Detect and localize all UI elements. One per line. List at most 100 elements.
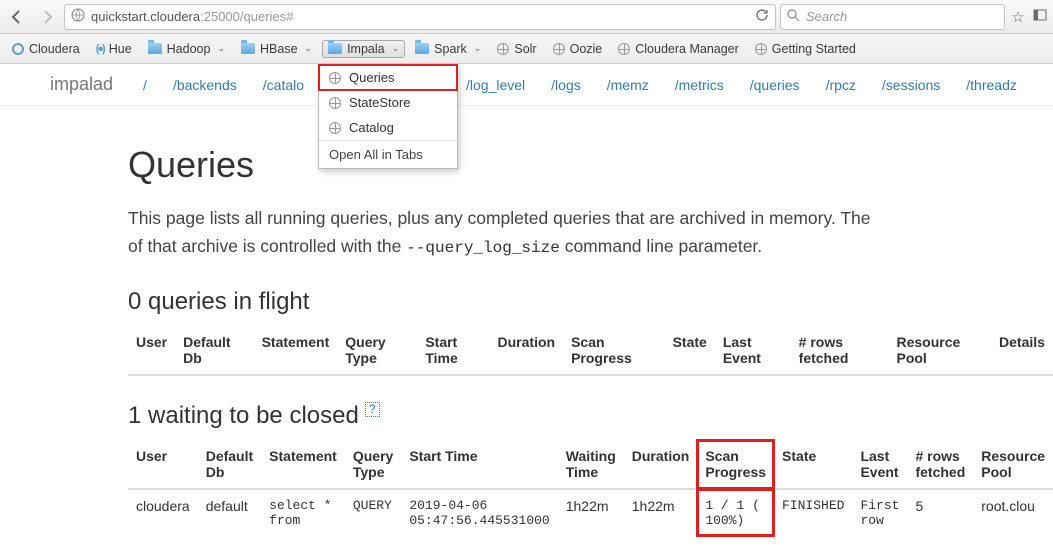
col-scanprogress: Scan Progress: [697, 440, 774, 489]
cell-db: default: [198, 489, 261, 536]
help-hint[interactable]: ?: [365, 402, 380, 417]
bookmark-label: HBase: [260, 42, 298, 56]
bookmark-hue[interactable]: (●) Hue: [90, 40, 138, 58]
bookmark-spark[interactable]: Spark ⌄: [409, 40, 487, 58]
bookmark-impala[interactable]: Impala ⌄: [322, 40, 405, 58]
bookmark-solr[interactable]: Solr: [491, 40, 542, 58]
address-bar[interactable]: quickstart.cloudera:25000/queries#: [64, 4, 776, 30]
col-resourcepool: Resource Pool: [888, 326, 991, 375]
cell-start: 2019-04-06 05:47:56.445531000: [401, 489, 557, 536]
desc-text: of that archive is controlled with the: [128, 236, 406, 256]
nav-rpcz[interactable]: /rpcz: [826, 77, 856, 93]
bookmark-oozie[interactable]: Oozie: [547, 40, 609, 58]
cell-scan: 1 / 1 ( 100%): [697, 489, 774, 536]
bookmark-cloudera-manager[interactable]: Cloudera Manager: [612, 40, 745, 58]
folder-icon: [328, 43, 342, 54]
bookmark-label: Cloudera: [29, 42, 80, 56]
cloudera-icon: [12, 43, 24, 55]
cell-rows: 5: [907, 489, 973, 536]
bookmark-label: Impala: [347, 42, 385, 56]
folder-icon: [241, 43, 255, 54]
reload-button[interactable]: [755, 8, 769, 25]
page-description: This page lists all running queries, plu…: [128, 204, 1053, 262]
bookmark-star-icon[interactable]: ☆: [1009, 8, 1027, 26]
impala-dropdown: Queries StateStore Catalog Open All in T…: [318, 64, 458, 169]
dropdown-item-catalog[interactable]: Catalog: [319, 115, 457, 140]
dropdown-label: StateStore: [349, 95, 410, 110]
col-duration: Duration: [490, 326, 564, 375]
bookmark-getting-started[interactable]: Getting Started: [749, 40, 862, 58]
folder-icon: [148, 43, 162, 54]
col-statement: Statement: [254, 326, 338, 375]
chevron-down-icon: ⌄: [217, 43, 225, 54]
globe-icon: [71, 8, 85, 25]
dropdown-open-all[interactable]: Open All in Tabs: [319, 141, 457, 168]
page-body: impalad / /backends /catalo /log_level /…: [0, 64, 1053, 536]
chevron-down-icon: ⌄: [392, 43, 400, 54]
col-scanprogress: Scan Progress: [563, 326, 665, 375]
cell-statement: select * from: [261, 489, 345, 536]
col-user: User: [128, 326, 175, 375]
cell-last: First row: [852, 489, 907, 536]
col-details: Details: [991, 326, 1053, 375]
col-user: User: [128, 440, 198, 489]
cell-pool: root.clou: [973, 489, 1053, 536]
waiting-table: User Default Db Statement Query Type Sta…: [128, 440, 1053, 536]
heading-inflight: 0 queries in flight: [128, 288, 1053, 316]
dropdown-item-queries[interactable]: Queries: [319, 65, 457, 90]
col-starttime: Start Time: [401, 440, 557, 489]
nav-sessions[interactable]: /sessions: [882, 77, 940, 93]
globe-icon: [755, 43, 767, 55]
col-rowsfetched: # rows fetched: [907, 440, 973, 489]
bookmarks-bar: Cloudera (●) Hue Hadoop ⌄ HBase ⌄ Impala…: [0, 34, 1053, 64]
dropdown-label: Catalog: [349, 120, 394, 135]
col-starttime: Start Time: [417, 326, 489, 375]
dropdown-item-statestore[interactable]: StateStore: [319, 90, 457, 115]
col-rowsfetched: # rows fetched: [791, 326, 889, 375]
bookmark-label: Oozie: [570, 42, 603, 56]
col-state: State: [665, 326, 715, 375]
globe-icon: [329, 72, 341, 84]
bookmark-label: Hadoop: [167, 42, 211, 56]
cell-wait: 1h22m: [558, 489, 624, 536]
nav-backends[interactable]: /backends: [173, 77, 237, 93]
nav-catalog[interactable]: /catalo: [263, 77, 304, 93]
bookmark-hadoop[interactable]: Hadoop ⌄: [142, 40, 231, 58]
search-placeholder: Search: [806, 9, 847, 24]
heading-text: 1 waiting to be closed: [128, 402, 359, 430]
nav-queries[interactable]: /queries: [750, 77, 800, 93]
globe-icon: [553, 43, 565, 55]
col-statement: Statement: [261, 440, 345, 489]
bookmark-hbase[interactable]: HBase ⌄: [235, 40, 318, 58]
back-button[interactable]: [4, 4, 30, 30]
nav-logs[interactable]: /logs: [551, 77, 581, 93]
search-box[interactable]: Search: [780, 4, 1005, 30]
nav-root[interactable]: /: [143, 77, 147, 93]
cell-user: cloudera: [128, 489, 198, 536]
col-querytype: Query Type: [337, 326, 417, 375]
table-row[interactable]: cloudera default select * from QUERY 201…: [128, 489, 1053, 536]
col-defaultdb: Default Db: [175, 326, 253, 375]
bookmark-label: Cloudera Manager: [635, 42, 739, 56]
bookmark-label: Spark: [434, 42, 467, 56]
bookmark-cloudera[interactable]: Cloudera: [6, 40, 86, 58]
nav-threadz[interactable]: /threadz: [966, 77, 1017, 93]
table-header-row: User Default Db Statement Query Type Sta…: [128, 440, 1053, 489]
hue-icon: (●): [96, 43, 104, 55]
page-title: Queries: [128, 144, 1053, 186]
globe-icon: [618, 43, 630, 55]
bookmark-label: Solr: [514, 42, 536, 56]
sidebar-icon[interactable]: [1031, 8, 1049, 26]
nav-memz[interactable]: /memz: [607, 77, 649, 93]
brand: impalad: [50, 74, 113, 95]
browser-toolbar: quickstart.cloudera:25000/queries# Searc…: [0, 0, 1053, 34]
cell-state: FINISHED: [774, 489, 852, 536]
content-area: Queries This page lists all running quer…: [0, 106, 1053, 536]
nav-metrics[interactable]: /metrics: [675, 77, 724, 93]
forward-button[interactable]: [34, 4, 60, 30]
nav-loglevel[interactable]: /log_level: [466, 77, 525, 93]
col-state: State: [774, 440, 852, 489]
bookmark-label: Hue: [109, 42, 132, 56]
dropdown-label: Queries: [349, 70, 395, 85]
url-text: quickstart.cloudera:25000/queries#: [91, 9, 749, 24]
